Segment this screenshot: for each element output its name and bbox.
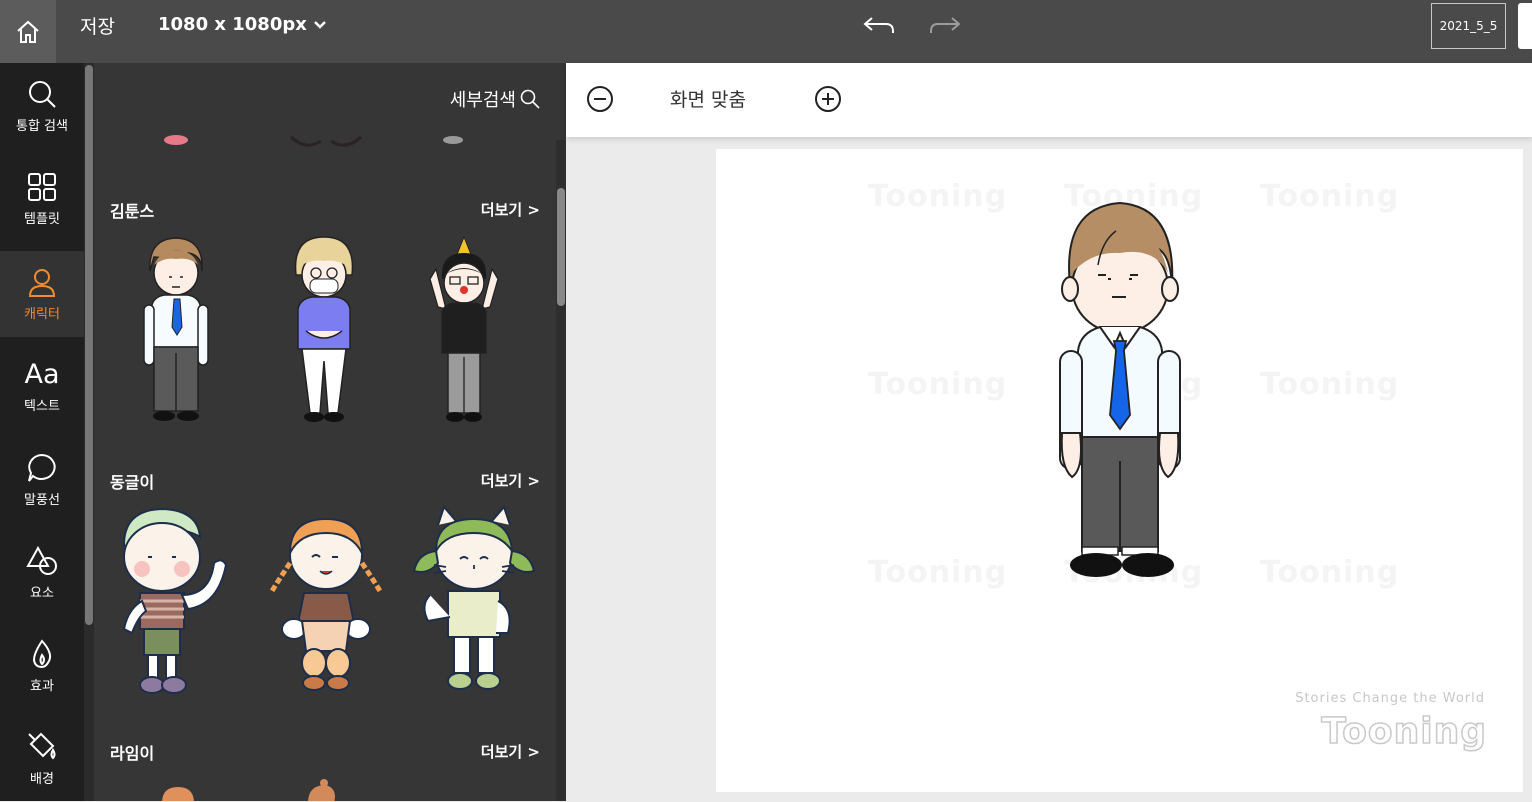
previous-row-partial (164, 135, 463, 147)
more-link-kimtoons[interactable]: 더보기 > (481, 199, 540, 220)
share-button[interactable] (1518, 3, 1532, 49)
speech-bubble-icon (28, 453, 56, 482)
nav-scrollbar[interactable] (84, 63, 94, 801)
section-title-kimtoons: 김툰스 (110, 202, 155, 221)
character-panel: 세부검색 김툰스 더보기 > 동글이 더보기 > 라임이 더보기 > (94, 63, 566, 801)
undo-icon (863, 17, 894, 33)
text-icon: Aa (24, 358, 60, 390)
plus-circle-icon (815, 86, 841, 112)
filename-field[interactable]: 2021_5_5 (1431, 3, 1506, 49)
character-donggeuli-2[interactable] (268, 511, 384, 693)
more-link-donggeuli[interactable]: 더보기 > (481, 470, 540, 491)
character-kimtoons-3[interactable] (428, 235, 502, 427)
brand-logo: Tooning (1321, 710, 1487, 753)
nav-label: 말풍선 (24, 492, 60, 508)
character-kimtoons-1[interactable] (142, 235, 212, 427)
nav-item-text[interactable]: Aa 텍스트 (0, 344, 84, 430)
redo-icon (930, 17, 961, 33)
nav-item-effects[interactable]: 효과 (0, 623, 84, 709)
zoom-toolbar: 화면 맞춤 (566, 63, 1532, 137)
fit-to-screen-button[interactable]: 화면 맞춤 (670, 85, 746, 112)
detail-search-button[interactable]: 세부검색 (450, 86, 540, 112)
save-button[interactable]: 저장 (80, 12, 115, 39)
panel-scrollbar[interactable] (556, 140, 566, 801)
nav-item-search[interactable]: 통합 검색 (0, 63, 84, 149)
home-icon (17, 20, 39, 43)
watermark: Tooning (1260, 367, 1400, 402)
nav-item-templates[interactable]: 템플릿 (0, 156, 84, 242)
person-icon (28, 268, 56, 297)
character-donggeuli-3[interactable] (410, 505, 538, 697)
character-donggeuli-1[interactable] (118, 505, 234, 697)
canvas-size-select[interactable]: 1080 x 1080px (158, 14, 327, 35)
flame-icon (32, 638, 52, 668)
shapes-icon (26, 545, 57, 575)
minus-circle-icon (587, 86, 613, 112)
watermark: Tooning (868, 367, 1008, 402)
nav-label: 효과 (30, 678, 54, 694)
panel-scrollbar-thumb[interactable] (557, 188, 565, 306)
nav-label: 템플릿 (24, 211, 60, 227)
top-bar: 저장 1080 x 1080px 2021_5_5 (0, 0, 1532, 63)
nav-label: 요소 (30, 585, 54, 601)
nav-item-background[interactable]: 배경 (0, 716, 84, 802)
section-title-donggeuli: 동글이 (110, 473, 155, 492)
nav-label: 통합 검색 (16, 118, 68, 134)
watermark: Tooning (868, 179, 1008, 214)
zoom-out-button[interactable] (586, 85, 614, 117)
watermark: Tooning (868, 555, 1008, 590)
nav-scrollbar-thumb[interactable] (85, 65, 93, 625)
watermark: Tooning (1260, 179, 1400, 214)
watermark: Tooning (1260, 555, 1400, 590)
zoom-in-button[interactable] (814, 85, 842, 117)
undo-button[interactable] (862, 12, 896, 44)
home-button[interactable] (0, 0, 56, 63)
brand-tagline: Stories Change the World (1295, 691, 1485, 706)
search-icon (520, 89, 540, 109)
redo-button[interactable] (928, 12, 962, 44)
character-kimtoons-2[interactable] (288, 235, 362, 427)
grid-icon (28, 172, 56, 201)
nav-item-characters[interactable]: 캐릭터 (0, 251, 84, 337)
placed-character[interactable] (1058, 201, 1182, 579)
canvas-size-value: 1080 x 1080px (158, 14, 307, 35)
paint-bucket-icon (28, 732, 56, 759)
nav-item-elements[interactable]: 요소 (0, 530, 84, 616)
nav-label: 배경 (30, 771, 54, 787)
nav-label: 텍스트 (24, 398, 60, 414)
nav-label: 캐릭터 (24, 306, 60, 322)
search-icon (29, 80, 56, 108)
editor-canvas[interactable]: Tooning Tooning Tooning Tooning Tooning … (716, 149, 1523, 792)
section-title-raimi: 라임이 (110, 744, 155, 763)
nav-item-speech-bubble[interactable]: 말풍선 (0, 437, 84, 523)
left-nav: 통합 검색 템플릿 캐릭터 Aa 텍스트 말풍선 요소 효과 배경 (0, 63, 84, 801)
detail-search-label: 세부검색 (449, 90, 516, 111)
character-raimi-partial[interactable] (158, 779, 338, 801)
more-link-raimi[interactable]: 더보기 > (481, 741, 540, 762)
chevron-down-icon (313, 20, 326, 29)
